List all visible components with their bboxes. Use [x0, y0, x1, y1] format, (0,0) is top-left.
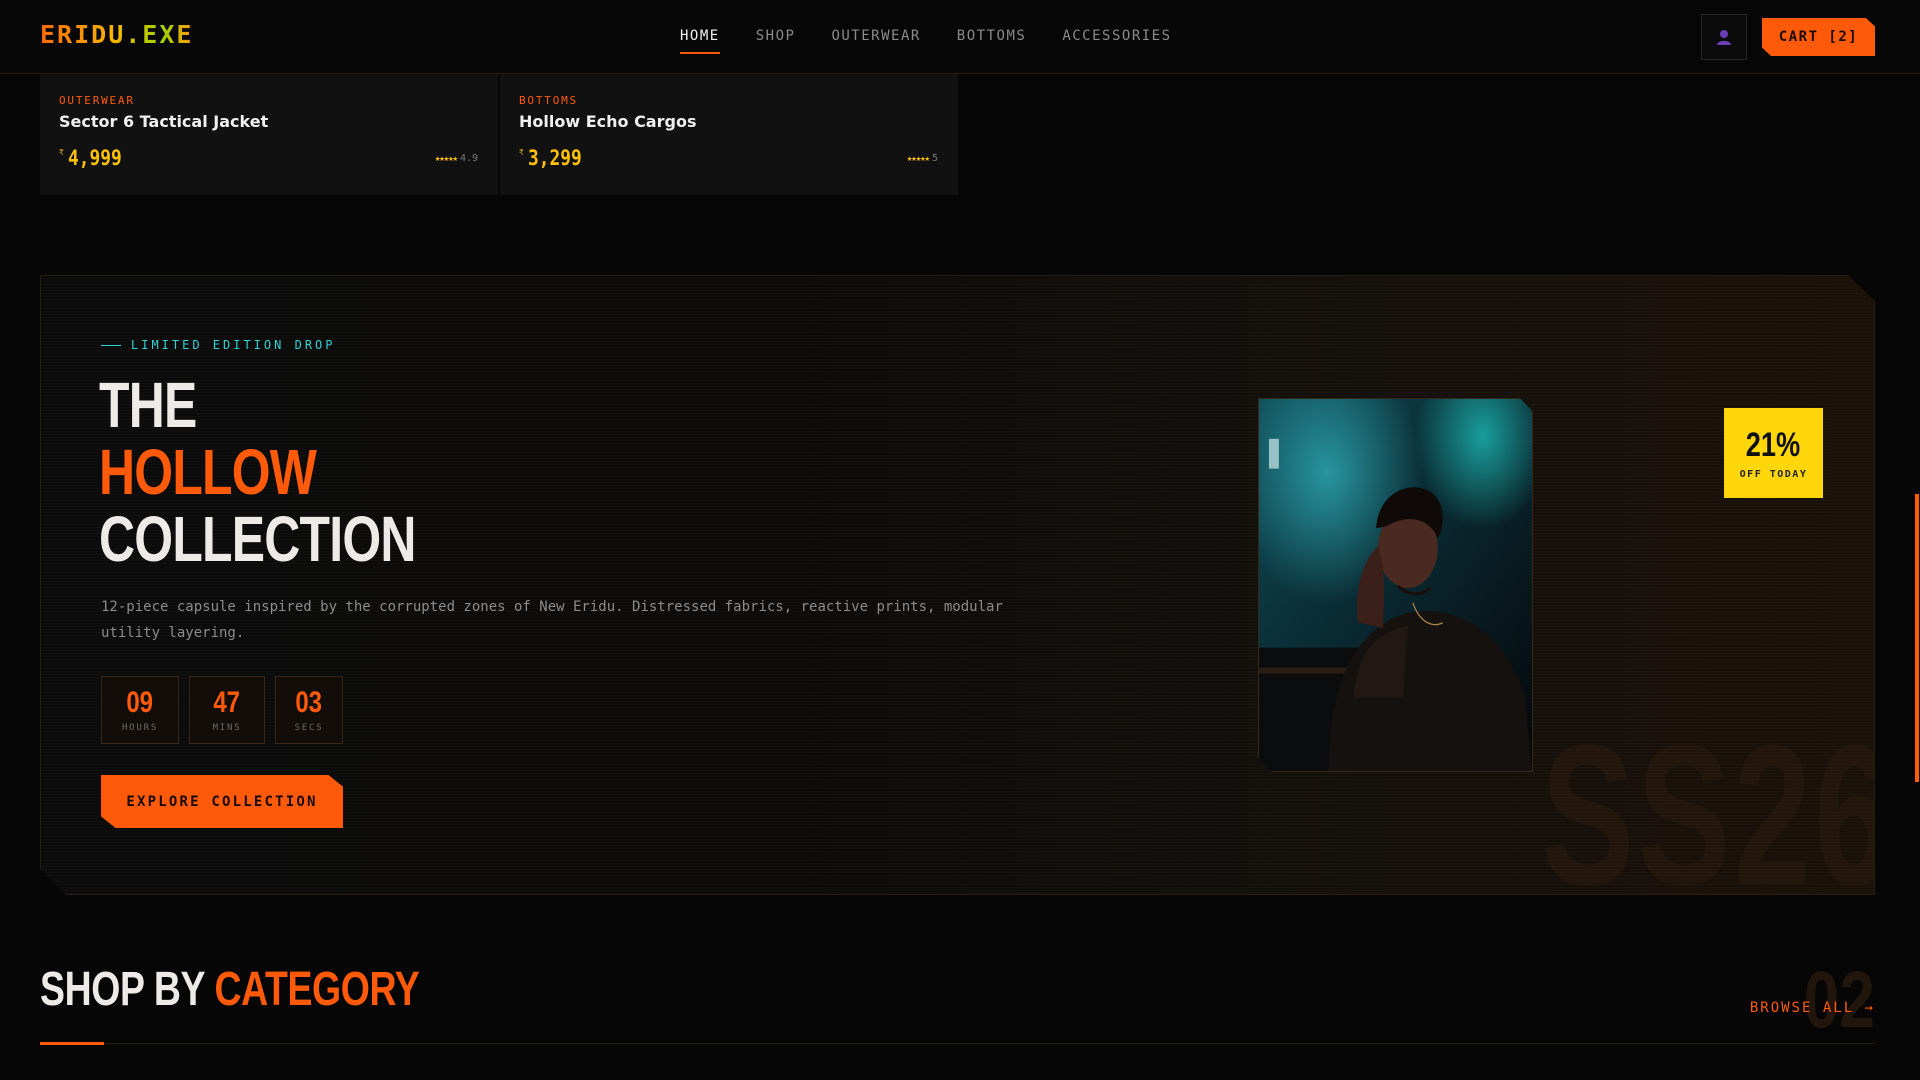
model-photo-image	[1259, 399, 1532, 771]
countdown-value: 09	[126, 686, 154, 719]
product-category: OUTERWEAR	[59, 94, 135, 107]
main-nav: HOME SHOP OUTERWEAR BOTTOMS ACCESSORIES	[680, 28, 1172, 54]
product-strip: OUTERWEAR Sector 6 Tactical Jacket ₹ 4,9…	[40, 74, 958, 195]
section-underline	[40, 1042, 104, 1045]
top-navigation-bar: ERIDU.EXE HOME SHOP OUTERWEAR BOTTOMS AC…	[0, 0, 1920, 74]
nav-accessories[interactable]: ACCESSORIES	[1062, 28, 1171, 54]
season-watermark: SS26	[1541, 704, 1875, 895]
eyebrow-line	[101, 344, 121, 346]
countdown-seconds: 03 SECS	[275, 676, 343, 744]
product-name[interactable]: Sector 6 Tactical Jacket	[59, 112, 268, 131]
title-line-3: COLLECTION	[99, 503, 416, 575]
countdown-label: MINS	[212, 723, 242, 733]
nav-bottoms[interactable]: BOTTOMS	[957, 28, 1027, 54]
site-logo[interactable]: ERIDU.EXE	[40, 20, 193, 49]
star-rating-icon: ★★★★★	[434, 153, 458, 164]
product-card[interactable]: OUTERWEAR Sector 6 Tactical Jacket ₹ 4,9…	[40, 74, 498, 195]
collection-title: THE HOLLOW COLLECTION	[99, 372, 416, 573]
product-rating: ★★★★★ 4.9	[435, 153, 478, 164]
section-title-orange: CATEGORY	[214, 963, 420, 1016]
rating-value: 4.9	[459, 153, 478, 164]
discount-badge: 21% OFF TODAY	[1724, 408, 1823, 498]
shop-by-category-header: SHOP BY CATEGORY 02 BROWSE ALL →	[40, 955, 1875, 1045]
section-title: SHOP BY CATEGORY	[40, 962, 420, 1017]
product-card[interactable]: BOTTOMS Hollow Echo Cargos ₹ 3,299 ★★★★★…	[500, 74, 958, 195]
discount-value: 21%	[1746, 425, 1801, 464]
countdown-minutes: 47 MINS	[189, 676, 265, 744]
section-title-white: SHOP BY	[40, 963, 205, 1016]
nav-shop[interactable]: SHOP	[756, 28, 796, 54]
discount-label: OFF TODAY	[1739, 468, 1808, 480]
rating-value: 5	[931, 153, 938, 164]
browse-all-link[interactable]: BROWSE ALL →	[1750, 1000, 1875, 1016]
currency-symbol: ₹	[59, 148, 64, 157]
title-line-2: HOLLOW	[99, 436, 317, 508]
countdown-label: HOURS	[121, 723, 159, 733]
product-price: ₹ 4,999	[59, 146, 131, 170]
price-value: 3,299	[527, 146, 582, 170]
eyebrow-text: LIMITED EDITION DROP	[131, 338, 336, 352]
nav-home[interactable]: HOME	[680, 28, 720, 54]
user-icon	[1717, 30, 1731, 45]
explore-collection-button[interactable]: EXPLORE COLLECTION	[101, 775, 343, 828]
product-rating: ★★★★★ 5	[907, 153, 938, 164]
scrollbar-thumb[interactable]	[1915, 494, 1919, 782]
price-value: 4,999	[67, 146, 122, 170]
product-name[interactable]: Hollow Echo Cargos	[519, 112, 696, 131]
account-button[interactable]	[1701, 14, 1747, 60]
countdown-timer: 09 HOURS 47 MINS 03 SECS	[101, 676, 343, 744]
model-photo	[1258, 398, 1533, 772]
star-rating-icon: ★★★★★	[906, 153, 930, 164]
countdown-label: SECS	[294, 723, 324, 733]
nav-outerwear[interactable]: OUTERWEAR	[831, 28, 920, 54]
product-category: BOTTOMS	[519, 94, 578, 107]
title-line-1: THE	[99, 369, 197, 441]
cart-button[interactable]: CART [2]	[1762, 18, 1875, 56]
countdown-hours: 09 HOURS	[101, 676, 179, 744]
currency-symbol: ₹	[519, 148, 524, 157]
collection-description: 12-piece capsule inspired by the corrupt…	[101, 599, 1003, 641]
countdown-value: 47	[213, 686, 241, 719]
product-price: ₹ 3,299	[519, 146, 591, 170]
countdown-value: 03	[295, 686, 323, 719]
limited-edition-banner: SS26 LIMITED EDITION DROP THE HOLLOW COL…	[40, 275, 1875, 895]
eyebrow-label: LIMITED EDITION DROP	[101, 338, 336, 352]
